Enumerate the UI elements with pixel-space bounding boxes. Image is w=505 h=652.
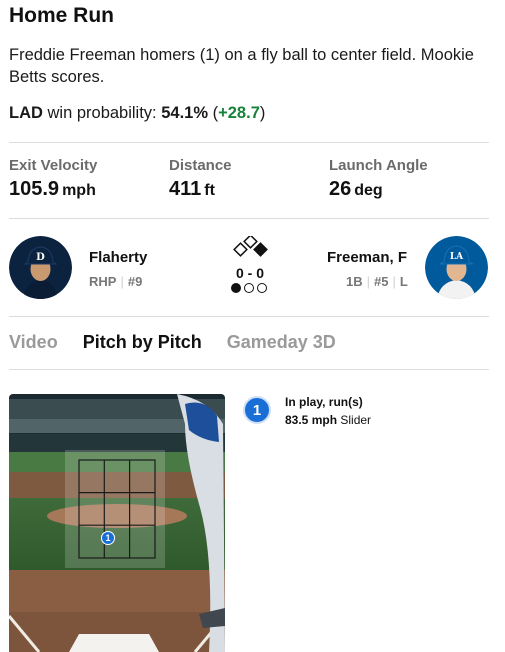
batter-name[interactable]: Freeman, F xyxy=(327,249,407,266)
pitch-number-badge[interactable]: 1 xyxy=(243,396,271,424)
stat-value: 26 xyxy=(329,178,352,200)
first-base xyxy=(253,242,268,257)
win-prob-team: LAD xyxy=(9,104,43,122)
pitch-type: Slider xyxy=(340,413,372,427)
out-dot xyxy=(244,283,254,293)
batter-number: #5 xyxy=(374,274,389,289)
separator: | xyxy=(392,274,396,289)
win-prob-pct: 54.1% xyxy=(161,104,209,122)
pitch-number: 1 xyxy=(252,401,262,419)
view-tabs: Video Pitch by Pitch Gameday 3D xyxy=(9,332,336,353)
out-dot xyxy=(231,283,241,293)
pitch-location-marker[interactable]: 1 xyxy=(101,531,115,545)
tab-video[interactable]: Video xyxy=(9,332,58,353)
tab-pitch-by-pitch[interactable]: Pitch by Pitch xyxy=(83,332,202,353)
win-prob-delta: +28.7 xyxy=(218,104,260,122)
tab-gameday-3d[interactable]: Gameday 3D xyxy=(227,332,336,353)
svg-text:LA: LA xyxy=(450,252,464,262)
stat-launch-angle: Launch Angle 26 deg xyxy=(329,157,428,201)
strike-zone-view[interactable]: 1 xyxy=(9,394,225,652)
base-runners-diamond xyxy=(232,234,272,260)
batter-meta: 1B | #5 | L xyxy=(346,274,408,289)
divider xyxy=(9,218,489,219)
pitch-speed: 83.5 mph xyxy=(285,413,338,427)
stat-value: 105.9 xyxy=(9,178,60,200)
pitch-marker-number: 1 xyxy=(105,533,111,543)
pitcher-number: #9 xyxy=(127,274,143,289)
ball-strike-count: 0 - 0 xyxy=(235,265,264,281)
play-title: Home Run xyxy=(9,4,114,27)
second-base xyxy=(243,234,258,249)
pitcher-position: RHP xyxy=(89,274,117,289)
win-prob-label: win probability: xyxy=(42,104,162,122)
stat-unit: deg xyxy=(354,182,383,199)
stat-exit-velocity: Exit Velocity 105.9 mph xyxy=(9,157,97,201)
out-dot xyxy=(257,283,267,293)
batter-position: 1B xyxy=(346,274,363,289)
win-probability: LAD win probability: 54.1% (+28.7) xyxy=(9,104,265,123)
play-description: Freddie Freeman homers (1) on a fly ball… xyxy=(9,46,474,86)
win-prob-close: ) xyxy=(259,104,266,122)
svg-text:D: D xyxy=(36,252,45,263)
pitcher-avatar[interactable]: D xyxy=(9,236,72,299)
separator: | xyxy=(366,274,371,289)
outs-indicator xyxy=(231,283,267,293)
win-prob-open: ( xyxy=(208,104,219,122)
pitcher-meta: RHP | #9 xyxy=(89,274,142,289)
pitcher-name[interactable]: Flaherty xyxy=(89,249,147,266)
pitch-details: 83.5 mph Slider xyxy=(285,413,371,427)
batter-bats: L xyxy=(399,274,408,289)
stat-label: Exit Velocity xyxy=(9,157,98,174)
stat-distance: Distance 411 ft xyxy=(169,157,232,201)
third-base xyxy=(233,242,248,257)
pitch-result: In play, run(s) xyxy=(285,395,363,409)
stat-label: Distance xyxy=(169,157,232,174)
batter-avatar[interactable]: LA xyxy=(425,236,488,299)
divider xyxy=(9,316,489,317)
divider xyxy=(9,369,489,370)
divider xyxy=(9,142,489,143)
stat-value: 411 xyxy=(169,178,202,200)
stat-label: Launch Angle xyxy=(329,157,428,174)
stat-unit: mph xyxy=(62,182,96,199)
stat-unit: ft xyxy=(204,182,215,199)
separator: | xyxy=(120,274,124,289)
